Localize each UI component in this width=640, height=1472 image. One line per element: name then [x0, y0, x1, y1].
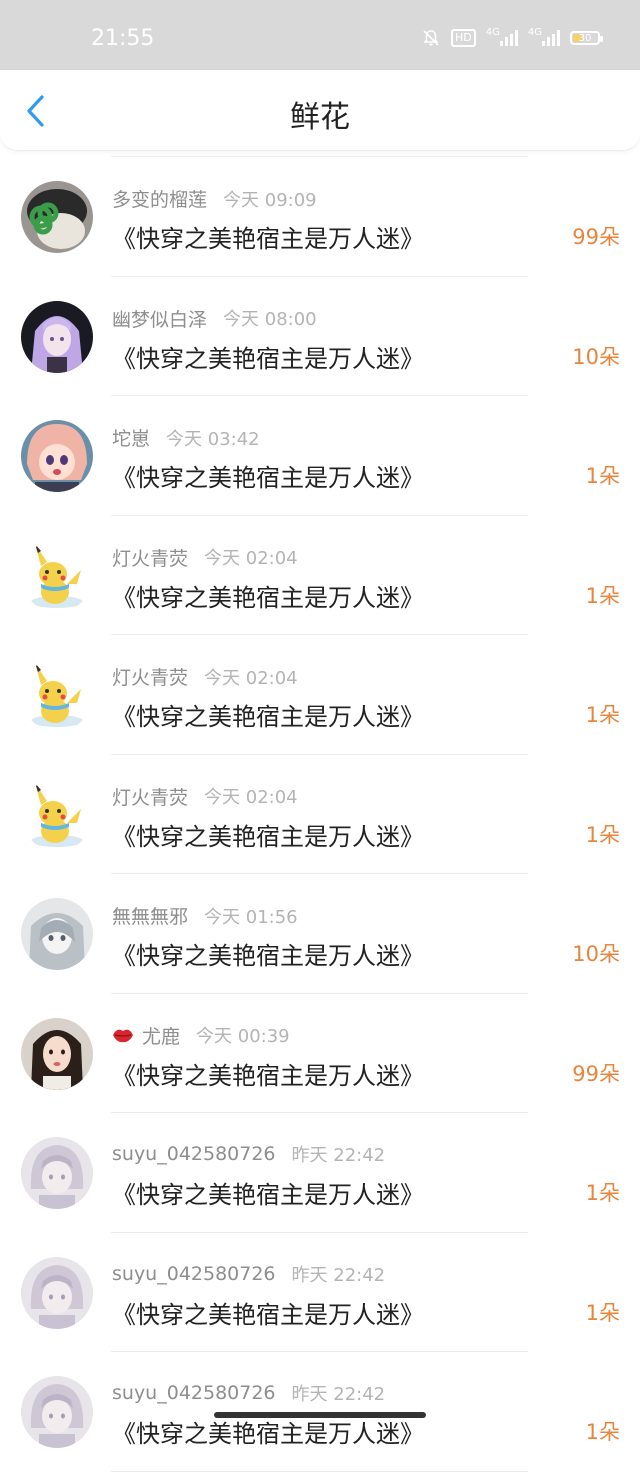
- timestamp: 今天 02:04: [204, 548, 298, 569]
- item-meta: suyu_042580726 昨天 22:42: [112, 1261, 385, 1287]
- pikachu-avatar[interactable]: [21, 659, 93, 731]
- girl-photo-avatar[interactable]: [21, 1017, 93, 1090]
- item-meta: 灯火青荧 今天 02:04: [112, 663, 298, 690]
- timestamp: 今天 09:09: [223, 189, 317, 211]
- divider: [111, 1470, 528, 1472]
- user-name[interactable]: 多变的榴莲: [112, 185, 207, 212]
- flower-count: 1朵: [585, 464, 620, 488]
- timestamp: 今天 02:04: [204, 667, 298, 689]
- item-meta: suyu_042580726 昨天 22:42: [112, 1380, 385, 1406]
- timestamp: 昨天 22:42: [291, 1145, 386, 1166]
- user-name[interactable]: suyu_042580726: [112, 1263, 276, 1285]
- list-item[interactable]: 灯火青荧 今天 02:04 《快穿之美艳宿主是万人迷》 1朵: [0, 635, 640, 755]
- user-name[interactable]: 尤鹿: [142, 1022, 180, 1049]
- flower-count: 1朵: [585, 1181, 620, 1205]
- flower-count: 10朵: [572, 942, 620, 966]
- user-name[interactable]: 灯火青荧: [112, 783, 188, 810]
- timestamp: 今天 00:39: [196, 1026, 290, 1047]
- signal-icon-2: 4G: [527, 26, 560, 46]
- nav-bar: 鲜花: [0, 70, 640, 151]
- timestamp: 今天 08:00: [223, 309, 317, 330]
- book-title: 《快穿之美艳宿主是万人迷》: [112, 942, 424, 970]
- status-icons: HD 4G 4G 30: [421, 26, 603, 48]
- item-meta: 尤鹿 今天 00:39: [112, 1022, 290, 1049]
- flower-count: 1朵: [585, 1420, 620, 1444]
- item-meta: 灯火青荧 今天 02:04: [112, 544, 298, 571]
- book-title: 《快穿之美艳宿主是万人迷》: [112, 1300, 424, 1329]
- anime-purple-avatar[interactable]: [21, 300, 93, 373]
- book-title: 《快穿之美艳宿主是万人迷》: [112, 583, 424, 612]
- item-meta: 幽梦似白泽 今天 08:00: [112, 305, 317, 332]
- item-meta: 坨崽 今天 03:42: [112, 424, 260, 451]
- battery-level: 30: [578, 32, 592, 44]
- home-indicator[interactable]: [214, 1412, 426, 1418]
- status-bar: 21:55 HD 4G 4G 30: [0, 0, 640, 70]
- list-item[interactable]: suyu_042580726 昨天 22:42 《快穿之美艳宿主是万人迷》 1朵: [0, 1233, 640, 1352]
- item-meta: 灯火青荧 今天 02:04: [112, 783, 298, 810]
- status-time: 21:55: [91, 26, 155, 51]
- book-title: 《快穿之美艳宿主是万人迷》: [112, 1061, 424, 1090]
- pikachu-avatar[interactable]: [21, 539, 93, 612]
- hd-badge: HD: [451, 29, 476, 47]
- flower-count: 10朵: [572, 344, 620, 369]
- battery-icon: 30: [570, 31, 603, 45]
- lips-icon: [112, 1026, 134, 1044]
- faded-anime-avatar[interactable]: [21, 1137, 93, 1209]
- faded-anime-avatar[interactable]: [21, 1256, 93, 1329]
- signal-icon: 4G: [485, 26, 518, 46]
- list-item[interactable]: 坨崽 今天 03:42 《快穿之美艳宿主是万人迷》 1朵: [0, 396, 640, 516]
- item-meta: 多变的榴莲 今天 09:09: [112, 185, 317, 212]
- list-item[interactable]: 多变的榴莲 今天 09:09 《快穿之美艳宿主是万人迷》 99朵: [0, 157, 640, 277]
- flower-count: 99朵: [572, 1061, 620, 1086]
- list-item[interactable]: 灯火青荧 今天 02:04 《快穿之美艳宿主是万人迷》 1朵: [0, 516, 640, 635]
- dog-avatar[interactable]: [21, 181, 93, 253]
- flower-count: 1朵: [585, 703, 620, 727]
- book-title: 《快穿之美艳宿主是万人迷》: [112, 225, 424, 253]
- page-title: 鲜花: [290, 100, 350, 135]
- item-meta: suyu_042580726 昨天 22:42: [112, 1141, 385, 1167]
- network-label: 4G: [485, 26, 500, 38]
- list-item[interactable]: 無無無邪 今天 01:56 《快穿之美艳宿主是万人迷》 10朵: [0, 874, 640, 994]
- list-item[interactable]: 幽梦似白泽 今天 08:00 《快穿之美艳宿主是万人迷》 10朵: [0, 277, 640, 396]
- flower-count: 1朵: [585, 583, 620, 608]
- flower-count: 1朵: [585, 1300, 620, 1325]
- faded-anime-avatar[interactable]: [21, 1376, 93, 1448]
- timestamp: 昨天 22:42: [291, 1384, 386, 1405]
- user-name[interactable]: 無無無邪: [112, 902, 188, 929]
- book-title: 《快穿之美艳宿主是万人迷》: [112, 344, 424, 373]
- flower-list: 多变的榴莲 今天 09:09 《快穿之美艳宿主是万人迷》 99朵 幽梦似白泽 今天 08:…: [0, 156, 640, 1472]
- timestamp: 今天 01:56: [204, 906, 298, 928]
- list-item[interactable]: suyu_042580726 昨天 22:42 《快穿之美艳宿主是万人迷》 1朵: [0, 1113, 640, 1233]
- list-item[interactable]: 灯火青荧 今天 02:04 《快穿之美艳宿主是万人迷》 1朵: [0, 755, 640, 874]
- user-name[interactable]: 坨崽: [112, 424, 150, 451]
- user-name[interactable]: 幽梦似白泽: [112, 305, 207, 332]
- user-name[interactable]: 灯火青荧: [112, 663, 188, 690]
- timestamp: 今天 02:04: [204, 787, 298, 808]
- pikachu-avatar[interactable]: [21, 778, 93, 851]
- book-title: 《快穿之美艳宿主是万人迷》: [112, 464, 424, 492]
- book-title: 《快穿之美艳宿主是万人迷》: [112, 1181, 424, 1209]
- timestamp: 今天 03:42: [166, 428, 260, 450]
- item-meta: 無無無邪 今天 01:56: [112, 902, 298, 929]
- user-name[interactable]: 灯火青荧: [112, 544, 188, 571]
- book-title: 《快穿之美艳宿主是万人迷》: [112, 703, 424, 731]
- flower-count: 1朵: [585, 822, 620, 847]
- timestamp: 昨天 22:42: [291, 1264, 386, 1286]
- user-name[interactable]: suyu_042580726: [112, 1382, 276, 1404]
- anime-gray-avatar[interactable]: [21, 898, 93, 970]
- mute-bell-icon: [421, 28, 441, 48]
- anime-pink-avatar[interactable]: [21, 420, 93, 492]
- book-title: 《快穿之美艳宿主是万人迷》: [112, 1420, 424, 1448]
- network-label-2: 4G: [527, 26, 542, 38]
- flower-count: 99朵: [572, 225, 620, 249]
- user-name[interactable]: suyu_042580726: [112, 1143, 276, 1165]
- book-title: 《快穿之美艳宿主是万人迷》: [112, 822, 424, 851]
- list-item[interactable]: 尤鹿 今天 00:39 《快穿之美艳宿主是万人迷》 99朵: [0, 994, 640, 1113]
